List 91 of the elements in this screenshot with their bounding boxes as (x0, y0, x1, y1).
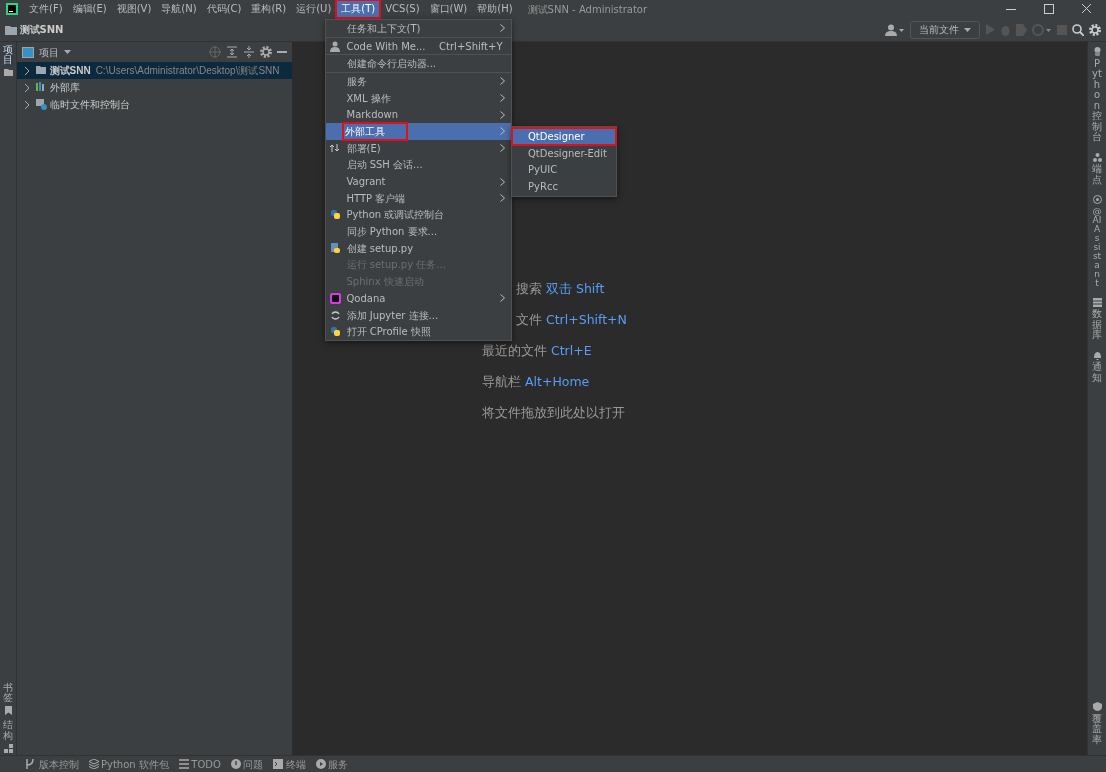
library-icon (36, 82, 47, 93)
folder-icon (3, 68, 13, 77)
run-config-dropdown[interactable]: 当前文件 (910, 20, 980, 39)
menu-item[interactable]: 重构(R) (246, 0, 292, 18)
breadcrumb-item[interactable]: 测试SNN (19, 22, 64, 37)
editor-hint: 文件 Ctrl+Shift+N (516, 311, 628, 329)
tool-window-button[interactable]: 问题 (230, 756, 264, 772)
tree-item[interactable]: 临时文件和控制台 (49, 97, 130, 112)
folder-icon (36, 65, 47, 76)
bell-icon (1092, 350, 1102, 360)
menu-item[interactable]: Qodana (326, 290, 511, 307)
structure-icon (3, 743, 13, 753)
warning-icon (230, 759, 241, 769)
menu-item[interactable]: 任务和上下文(T) (326, 20, 511, 37)
search-icon[interactable] (1072, 23, 1084, 36)
settings-icon[interactable] (1089, 23, 1101, 36)
tool-window-button[interactable]: 服务 (315, 756, 349, 772)
menu-item[interactable]: HTTP 客户端 (326, 189, 511, 207)
window-title: 测试SNN - Administrator (527, 2, 648, 17)
shield-icon (1092, 702, 1102, 711)
scratch-icon (36, 99, 47, 110)
tool-window-tab[interactable]: 结构 (3, 720, 13, 741)
menu-item[interactable]: 代码(C) (201, 0, 247, 18)
tool-window-button[interactable]: 版本控制 (26, 756, 79, 772)
jupyter-icon (330, 309, 341, 321)
editor-hint: 将文件拖放到此处以打开 (482, 404, 626, 422)
menu-item[interactable]: 窗口(W) (424, 0, 473, 18)
menu-item[interactable]: 工具(T) (336, 0, 381, 18)
menu-item[interactable]: Python 或调试控制台 (326, 206, 511, 224)
menu-item[interactable]: 导航(N) (156, 0, 202, 18)
caret-icon (64, 50, 71, 54)
person-icon (330, 40, 341, 52)
user-dropdown-icon[interactable] (885, 23, 905, 36)
menu-item[interactable]: PyUIC (512, 161, 616, 179)
menu-item[interactable]: 启动 SSH 会话... (326, 156, 511, 174)
tree-item[interactable]: 外部库 (49, 80, 80, 95)
editor-hint: 搜索 双击 Shift (516, 280, 606, 298)
bookmark-icon (3, 706, 13, 715)
menu-item[interactable]: QtDesigner-Edit (512, 144, 616, 162)
menu-item[interactable]: 创建 setup.py (326, 239, 511, 257)
file-path: C:\Users\Administrator\Desktop\测试SNN (95, 64, 280, 78)
settings-icon[interactable] (260, 46, 272, 58)
menu-item[interactable]: 同步 Python 要求... (326, 223, 511, 240)
menu-item[interactable]: 外部工具 (326, 123, 511, 140)
tool-window-tab[interactable]: 项目 (3, 44, 13, 66)
tool-window-tab[interactable]: 书签 (3, 682, 13, 704)
network-icon (1092, 152, 1102, 162)
tool-window-tab[interactable]: 覆盖率 (1092, 713, 1102, 745)
editor-hint: 最近的文件 Ctrl+E (482, 342, 593, 360)
menu-item[interactable]: Markdown (326, 106, 511, 124)
menu-item[interactable]: VCS(S) (380, 0, 425, 18)
setup-file-icon (330, 242, 341, 254)
menu-item[interactable]: QtDesigner (512, 128, 616, 145)
menu-item[interactable]: 文件(F) (24, 0, 68, 18)
menu-item[interactable]: 运行(U) (291, 0, 337, 18)
menu-item[interactable]: 打开 CProfile 快照 (326, 323, 511, 341)
tool-window-tab[interactable]: @ AI Assistant (1092, 206, 1102, 288)
menu-item[interactable]: 部署(E) (326, 139, 511, 157)
folder-icon (5, 24, 17, 35)
tree-item[interactable]: 测试SNN (49, 63, 91, 78)
branch-icon (26, 759, 36, 769)
menu-item[interactable]: XML 操作 (326, 89, 511, 107)
menu-item[interactable]: 创建命令行启动器... (326, 55, 511, 73)
list-icon (178, 759, 189, 769)
layers-icon (88, 759, 99, 769)
menu-item[interactable]: PyRcc (512, 178, 616, 195)
menu-item[interactable]: 服务 (326, 73, 511, 90)
menu-item[interactable]: 帮助(H) (472, 0, 518, 18)
panel-icon (22, 46, 34, 58)
tool-window-tab[interactable]: 通知 (1092, 362, 1102, 383)
app-logo (5, 2, 19, 16)
arrows-icon (330, 142, 341, 154)
tool-window-tab[interactable]: 端点 (1092, 164, 1102, 185)
panel-title-dropdown[interactable]: 项目 (39, 44, 71, 60)
menu-item[interactable]: 添加 Jupyter 连接... (326, 306, 511, 324)
menu-item[interactable]: 视图(V) (111, 0, 157, 18)
play-icon (315, 759, 326, 769)
tool-window-button[interactable]: TODO (178, 756, 221, 772)
expand-all-icon[interactable] (226, 46, 238, 58)
menu-item[interactable]: 编辑(E) (67, 0, 112, 18)
tool-window-tab[interactable]: Python 控制台 (1092, 58, 1102, 143)
collapse-all-icon[interactable] (243, 46, 255, 58)
caret-icon (964, 27, 971, 32)
tool-window-button[interactable]: Python 软件包 (88, 756, 169, 772)
tool-window-tab[interactable]: 数据库 (1092, 309, 1102, 341)
terminal-icon (273, 759, 284, 769)
menu-item[interactable]: Vagrant (326, 173, 511, 190)
editor-hint: 导航栏 Alt+Home (482, 373, 591, 391)
database-icon (1092, 297, 1102, 307)
tool-window-button[interactable]: 终端 (273, 756, 306, 772)
menu-item[interactable]: Code With Me... Ctrl+Shift+Y (326, 37, 511, 55)
